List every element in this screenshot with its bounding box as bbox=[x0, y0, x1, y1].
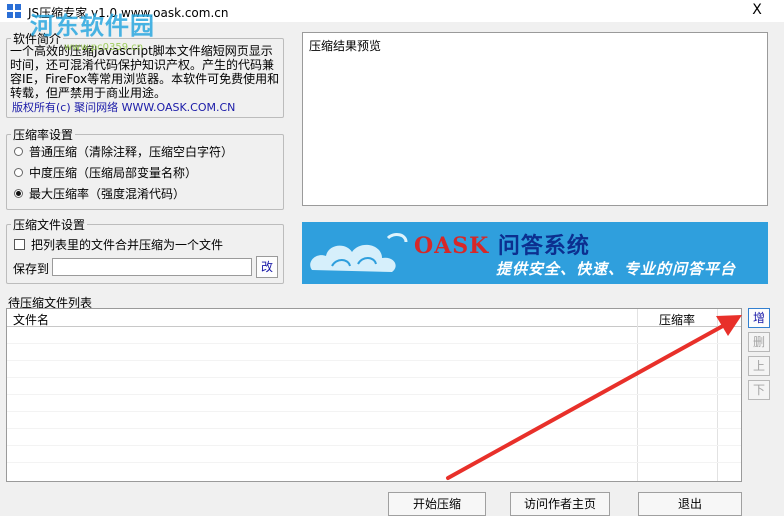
file-settings-legend: 压缩文件设置 bbox=[13, 218, 86, 232]
add-file-button[interactable]: 增 bbox=[748, 308, 770, 328]
radio-circle[interactable] bbox=[14, 146, 23, 156]
column-divider bbox=[637, 309, 638, 481]
banner-logo: OASK bbox=[414, 233, 490, 259]
merge-checkbox[interactable] bbox=[14, 238, 25, 250]
radio-medium[interactable]: 中度压缩（压缩局部变量名称） bbox=[14, 163, 197, 181]
close-button[interactable]: X bbox=[744, 0, 770, 20]
save-path-input[interactable] bbox=[52, 258, 252, 276]
radio-label: 普通压缩（清除注释，压缩空白字符） bbox=[29, 144, 234, 159]
radio-max[interactable]: 最大压缩率（强度混淆代码） bbox=[14, 184, 185, 202]
radio-circle-checked[interactable] bbox=[14, 188, 23, 198]
start-compress-button[interactable]: 开始压缩 bbox=[388, 492, 486, 516]
list-row-line bbox=[7, 360, 741, 361]
radio-circle[interactable] bbox=[14, 167, 23, 177]
merge-checkbox-row[interactable]: 把列表里的文件合并压缩为一个文件 bbox=[14, 235, 223, 253]
change-path-button[interactable]: 改 bbox=[256, 256, 278, 278]
preview-label: 压缩结果预览 bbox=[309, 39, 382, 53]
banner-subtitle: 提供安全、快速、专业的问答平台 bbox=[496, 260, 737, 278]
banner-title: OASK 问答系统 bbox=[414, 228, 590, 260]
intro-text: 一个高效的压缩Javascript脚本文件缩短网页显示时间，还可混淆代码保护知识… bbox=[10, 44, 280, 100]
list-row-line bbox=[7, 377, 741, 378]
radio-normal[interactable]: 普通压缩（清除注释，压缩空白字符） bbox=[14, 142, 233, 160]
visit-author-button[interactable]: 访问作者主页 bbox=[510, 492, 610, 516]
list-row-line bbox=[7, 411, 741, 412]
app-icon bbox=[7, 4, 21, 18]
watermark-url: www.pc0359.cn bbox=[64, 42, 144, 53]
exit-button[interactable]: 退出 bbox=[638, 492, 742, 516]
save-to-label: 保存到 bbox=[13, 262, 50, 276]
radio-label: 中度压缩（压缩局部变量名称） bbox=[29, 165, 198, 180]
copyright-link[interactable]: 版权所有(c) 聚问网络 WWW.OASK.COM.CN bbox=[12, 99, 235, 115]
list-row-line bbox=[7, 428, 741, 429]
list-row-line bbox=[7, 462, 741, 463]
list-row-line bbox=[7, 343, 741, 344]
list-row-line bbox=[7, 445, 741, 446]
oask-banner[interactable]: OASK 问答系统 提供安全、快速、专业的问答平台 bbox=[302, 222, 768, 284]
list-row-line bbox=[7, 394, 741, 395]
file-list[interactable]: 文件名 压缩率 bbox=[6, 308, 742, 482]
cloud-icon bbox=[310, 233, 408, 272]
column-header-ratio[interactable]: 压缩率 bbox=[659, 311, 695, 328]
move-down-button[interactable]: 下 bbox=[748, 380, 770, 400]
preview-textarea[interactable]: 压缩结果预览 bbox=[302, 32, 768, 206]
delete-file-button[interactable]: 删 bbox=[748, 332, 770, 352]
watermark-logo: 河东软件园 bbox=[30, 11, 155, 40]
column-header-filename[interactable]: 文件名 bbox=[13, 311, 49, 328]
radio-label: 最大压缩率（强度混淆代码） bbox=[29, 186, 186, 201]
compression-legend: 压缩率设置 bbox=[13, 128, 74, 142]
column-divider bbox=[717, 309, 718, 481]
merge-label: 把列表里的文件合并压缩为一个文件 bbox=[31, 237, 224, 252]
file-list-header bbox=[7, 309, 741, 327]
move-up-button[interactable]: 上 bbox=[748, 356, 770, 376]
banner-title-text: 问答系统 bbox=[497, 233, 590, 259]
